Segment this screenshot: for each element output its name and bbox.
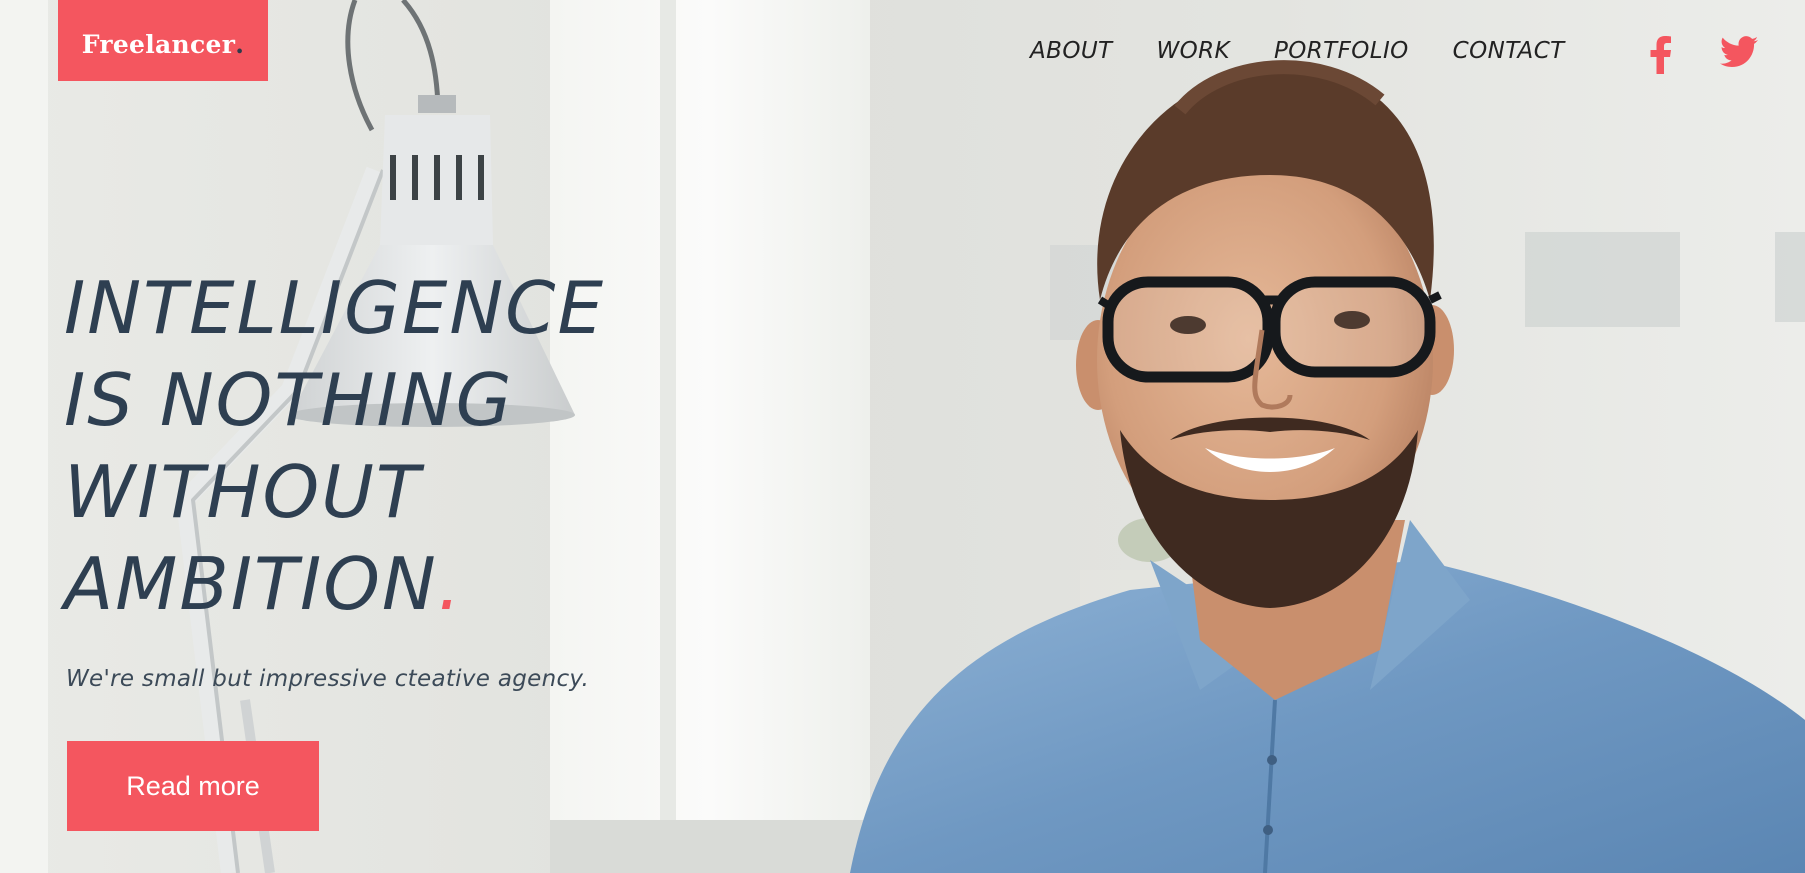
headline-line-4-text: AMBITION [64,542,438,626]
hero-section: Freelancer. ABOUT WORK PORTFOLIO CONTACT… [0,0,1805,873]
headline-line-4: AMBITION. [64,538,605,630]
twitter-link[interactable] [1720,36,1758,68]
twitter-icon [1720,36,1758,68]
headline-line-2: IS NOTHING [64,358,514,442]
nav-item-about[interactable]: ABOUT [1030,38,1113,64]
headline-accent-dot: . [437,542,463,626]
headline-line-3: WITHOUT [64,450,422,534]
main-nav: ABOUT WORK PORTFOLIO CONTACT [1030,38,1609,64]
headline-line-1: INTELLIGENCE [64,266,605,350]
brand-name: Freelancer [81,30,236,59]
nav-item-portfolio[interactable]: PORTFOLIO [1274,38,1409,64]
facebook-link[interactable] [1650,36,1672,74]
brand-logo[interactable]: Freelancer. [58,0,268,81]
nav-item-contact[interactable]: CONTACT [1453,38,1565,64]
facebook-icon [1650,36,1671,74]
nav-item-work[interactable]: WORK [1157,38,1231,64]
hero-tagline: We're small but impressive ctеative agen… [66,666,590,692]
brand-dot: . [235,30,245,59]
hero-headline: INTELLIGENCE IS NOTHING WITHOUT AMBITION… [64,262,605,630]
read-more-button[interactable]: Read more [67,741,319,831]
